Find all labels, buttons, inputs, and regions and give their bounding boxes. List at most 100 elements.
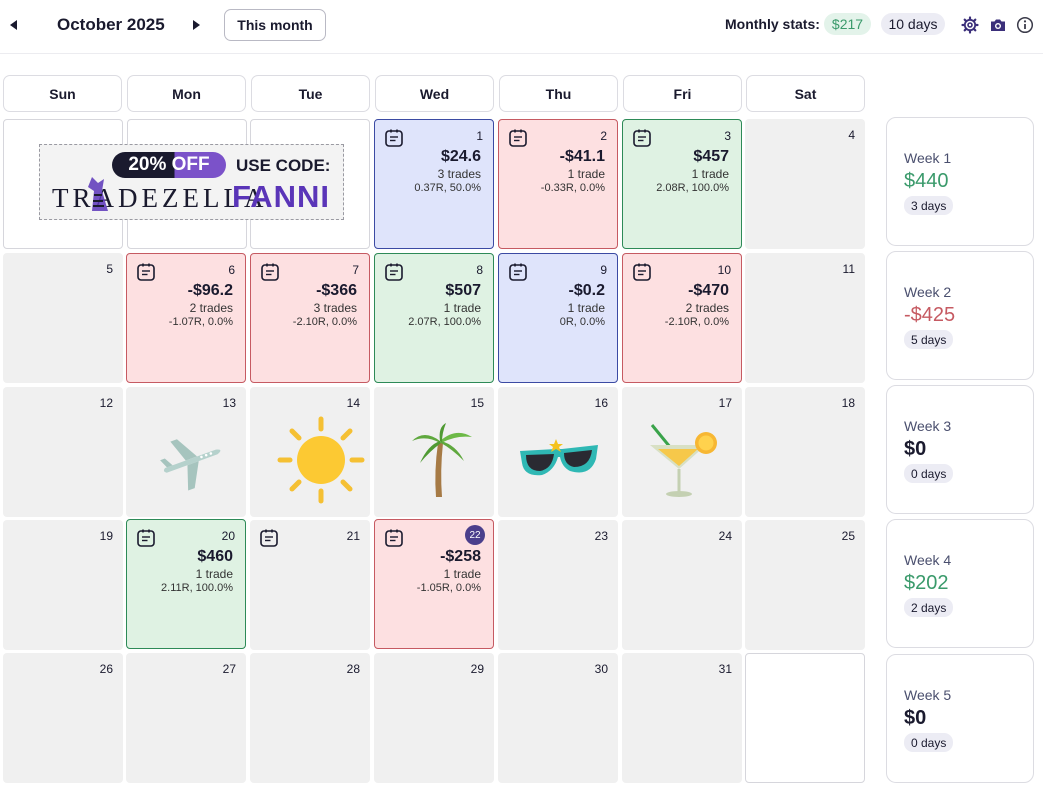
week-summary-4[interactable]: Week 4 $202 2 days bbox=[886, 519, 1034, 648]
day-number: 23 bbox=[594, 529, 608, 543]
note-icon[interactable] bbox=[632, 262, 652, 282]
day-r-winrate: -2.10R, 0.0% bbox=[664, 316, 729, 328]
day-cell-2[interactable]: 2 -$41.1 1 trade -0.33R, 0.0% bbox=[498, 119, 618, 249]
day-cell-6[interactable]: 6 -$96.2 2 trades -1.07R, 0.0% bbox=[126, 253, 246, 383]
note-icon[interactable] bbox=[632, 128, 652, 148]
day-cell-8[interactable]: 8 $507 1 trade 2.07R, 100.0% bbox=[374, 253, 494, 383]
sunglasses-icon bbox=[520, 439, 598, 476]
prev-month-button[interactable] bbox=[7, 17, 21, 33]
day-cell-10[interactable]: 10 -$470 2 trades -2.10R, 0.0% bbox=[622, 253, 742, 383]
day-cell-17[interactable]: 17 bbox=[622, 387, 742, 517]
day-pnl: $24.6 bbox=[440, 148, 481, 165]
day-trades: 1 trade bbox=[443, 301, 481, 315]
day-number: 31 bbox=[718, 662, 732, 676]
week-pnl: $0 bbox=[904, 438, 927, 460]
note-icon[interactable] bbox=[508, 128, 528, 148]
weekday-sat: Sat bbox=[746, 75, 865, 112]
monthly-stats-label: Monthly stats: bbox=[725, 16, 820, 32]
week-summary-2[interactable]: Week 2 -$425 5 days bbox=[886, 251, 1034, 380]
caret-left-icon bbox=[10, 20, 17, 30]
day-cell-22[interactable]: 22 -$258 1 trade -1.05R, 0.0% bbox=[374, 519, 494, 649]
note-icon[interactable] bbox=[259, 528, 279, 548]
day-number: 8 bbox=[476, 263, 483, 277]
day-r-winrate: 2.08R, 100.0% bbox=[656, 182, 729, 194]
next-month-button[interactable] bbox=[189, 17, 203, 33]
day-r-winrate: -0.33R, 0.0% bbox=[540, 182, 605, 194]
day-cell-24[interactable]: 24 bbox=[622, 520, 742, 650]
week-summary-3[interactable]: Week 3 $0 0 days bbox=[886, 385, 1034, 514]
day-cell-1[interactable]: 1 $24.6 3 trades 0.37R, 50.0% bbox=[374, 119, 494, 249]
info-icon[interactable] bbox=[1016, 16, 1034, 34]
day-cell-25[interactable]: 25 bbox=[745, 520, 865, 650]
note-icon[interactable] bbox=[384, 528, 404, 548]
palm-tree-icon bbox=[412, 423, 472, 497]
day-number: 10 bbox=[717, 263, 731, 277]
day-cell-4[interactable]: 4 bbox=[745, 119, 865, 249]
day-cell-16[interactable]: 16 bbox=[498, 387, 618, 517]
day-number: 24 bbox=[718, 529, 732, 543]
day-r-winrate: -1.05R, 0.0% bbox=[416, 582, 481, 594]
day-number: 3 bbox=[724, 129, 731, 143]
day-trades: 1 trade bbox=[567, 167, 605, 181]
discount-badge: 20% OFF bbox=[112, 152, 226, 178]
this-month-button[interactable]: This month bbox=[224, 9, 326, 41]
camera-icon[interactable] bbox=[989, 16, 1007, 34]
week-days-badge: 0 days bbox=[904, 733, 954, 752]
day-cell-3[interactable]: 3 $457 1 trade 2.08R, 100.0% bbox=[622, 119, 742, 249]
day-cell-30[interactable]: 30 bbox=[498, 653, 618, 783]
note-icon[interactable] bbox=[260, 262, 280, 282]
week-summary-1[interactable]: Week 1 $440 3 days bbox=[886, 117, 1034, 246]
day-cell-26[interactable]: 26 bbox=[3, 653, 123, 783]
day-number: 11 bbox=[842, 262, 855, 276]
day-cell-7[interactable]: 7 -$366 3 trades -2.10R, 0.0% bbox=[250, 253, 370, 383]
day-cell-11[interactable]: 11 bbox=[745, 253, 865, 383]
week-name: Week 3 bbox=[904, 418, 952, 434]
settings-icon[interactable] bbox=[961, 16, 979, 34]
promo-banner[interactable]: 20% OFF USE CODE: TRADEZELLA FANNI bbox=[39, 144, 344, 220]
day-cell-27[interactable]: 27 bbox=[126, 653, 246, 783]
day-cell-14[interactable]: 14 bbox=[250, 387, 370, 517]
day-cell-18[interactable]: 18 bbox=[745, 387, 865, 517]
monthly-days-badge: 10 days bbox=[881, 13, 945, 35]
day-cell-19[interactable]: 19 bbox=[3, 520, 123, 650]
day-trades: 3 trades bbox=[437, 167, 481, 181]
day-pnl: -$470 bbox=[688, 282, 729, 299]
week-summary-5[interactable]: Week 5 $0 0 days bbox=[886, 654, 1034, 783]
empty-day-cell bbox=[745, 653, 865, 783]
promo-code: FANNI bbox=[232, 179, 330, 214]
day-number: 9 bbox=[600, 263, 607, 277]
day-cell-31[interactable]: 31 bbox=[622, 653, 742, 783]
note-icon[interactable] bbox=[136, 528, 156, 548]
day-cell-20[interactable]: 20 $460 1 trade 2.11R, 100.0% bbox=[126, 519, 246, 649]
week-days-badge: 3 days bbox=[904, 196, 954, 215]
week-pnl: -$425 bbox=[904, 304, 956, 326]
day-cell-12[interactable]: 12 bbox=[3, 387, 123, 517]
day-pnl: -$41.1 bbox=[559, 148, 605, 165]
day-number: 30 bbox=[594, 662, 608, 676]
day-number: 27 bbox=[222, 662, 236, 676]
day-number: 17 bbox=[718, 396, 732, 410]
day-cell-28[interactable]: 28 bbox=[250, 653, 370, 783]
day-cell-15[interactable]: 15 bbox=[374, 387, 494, 517]
day-pnl: -$96.2 bbox=[187, 282, 233, 299]
day-cell-21[interactable]: 21 bbox=[250, 520, 370, 650]
week-pnl: $440 bbox=[904, 170, 949, 192]
day-number: 12 bbox=[99, 396, 113, 410]
note-icon[interactable] bbox=[508, 262, 528, 282]
week-name: Week 5 bbox=[904, 687, 952, 703]
day-cell-13[interactable]: 13 bbox=[126, 387, 246, 517]
note-icon[interactable] bbox=[136, 262, 156, 282]
weekday-fri: Fri bbox=[623, 75, 742, 112]
note-icon[interactable] bbox=[384, 262, 404, 282]
today-badge: 22 bbox=[465, 525, 485, 545]
day-trades: 2 trades bbox=[189, 301, 233, 315]
day-cell-29[interactable]: 29 bbox=[374, 653, 494, 783]
day-pnl: $507 bbox=[445, 282, 481, 299]
day-cell-9[interactable]: 9 -$0.2 1 trade 0R, 0.0% bbox=[498, 253, 618, 383]
day-number: 25 bbox=[841, 529, 855, 543]
day-cell-23[interactable]: 23 bbox=[498, 520, 618, 650]
weekday-thu: Thu bbox=[499, 75, 618, 112]
day-cell-5[interactable]: 5 bbox=[3, 253, 123, 383]
day-number: 26 bbox=[99, 662, 113, 676]
note-icon[interactable] bbox=[384, 128, 404, 148]
